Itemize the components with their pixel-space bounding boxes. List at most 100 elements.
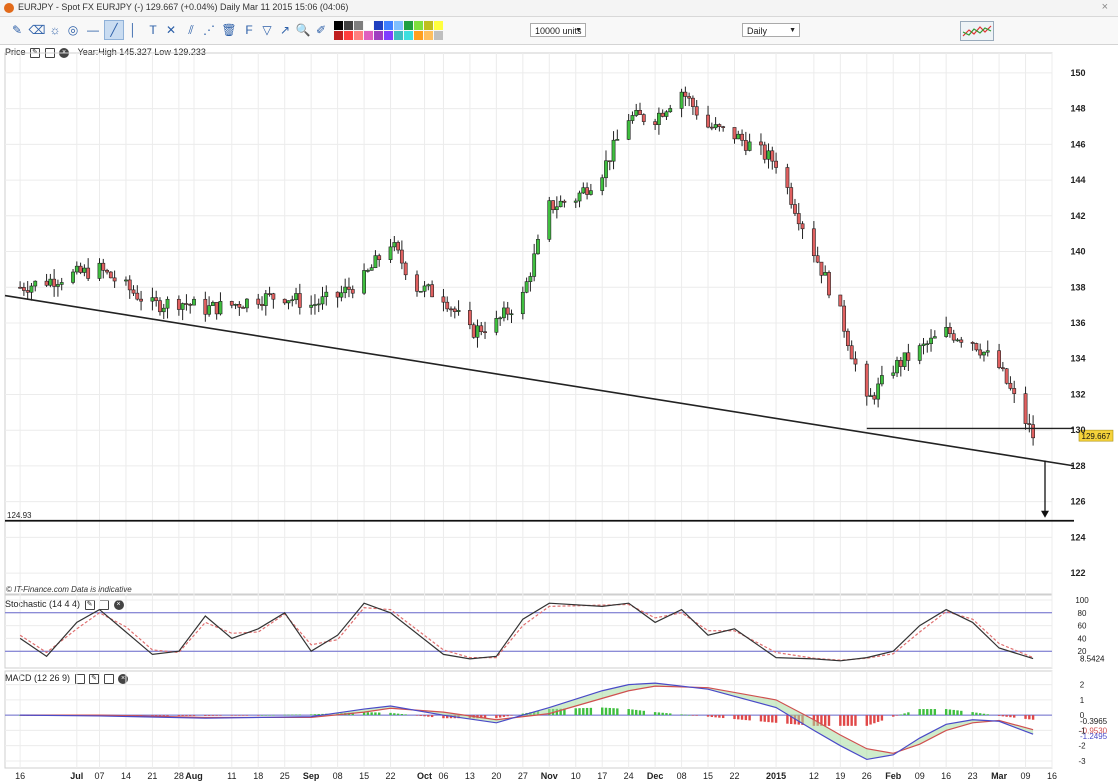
candle-body	[626, 120, 631, 140]
macd-histogram-bar	[1013, 715, 1016, 718]
x-tick-label: 06	[438, 771, 448, 781]
candle-body	[872, 395, 877, 400]
macd-histogram-bar	[264, 715, 268, 716]
zoom-icon[interactable]: 🔍	[294, 21, 312, 39]
chart-type-button[interactable]	[960, 21, 994, 41]
triangle-icon[interactable]: ▽	[258, 21, 276, 39]
color-swatch[interactable]	[414, 31, 423, 40]
candle-body	[44, 280, 49, 286]
vertical-line-icon[interactable]: │	[124, 21, 142, 39]
watermark-text: © IT-Finance.com Data is indicative	[6, 585, 132, 594]
interval-dropdown[interactable]: Daily ▼	[742, 23, 800, 37]
parallel-icon[interactable]: ⫽	[182, 21, 200, 39]
candle-body	[108, 271, 113, 279]
color-swatch[interactable]	[364, 21, 373, 30]
arrow-icon[interactable]: ↗	[276, 21, 294, 39]
candle-body	[313, 304, 317, 306]
color-swatch[interactable]	[354, 21, 363, 30]
x-tick-label: 26	[862, 771, 872, 781]
units-dropdown[interactable]: 10000 units ▼	[530, 23, 586, 37]
color-palette	[334, 21, 444, 41]
macd-signal-fill	[20, 683, 1034, 760]
macd-histogram-bar	[257, 715, 260, 716]
macd-histogram-bar	[601, 707, 604, 716]
color-swatch[interactable]	[364, 31, 373, 40]
candle-body	[97, 262, 102, 279]
candle-body	[176, 298, 181, 310]
text-icon[interactable]: T	[144, 21, 162, 39]
color-swatch[interactable]	[424, 21, 433, 30]
cross-icon[interactable]: ✕	[162, 21, 180, 39]
color-swatch[interactable]	[394, 21, 403, 30]
candle-body	[796, 213, 801, 225]
x-tick-label: 23	[968, 771, 978, 781]
price-tick-label: 150	[1070, 68, 1085, 78]
x-tick-label: 12	[809, 771, 819, 781]
fan-icon[interactable]: ⋰	[200, 21, 218, 39]
color-swatch[interactable]	[334, 31, 343, 40]
candle-body	[339, 292, 344, 298]
color-swatch[interactable]	[394, 31, 403, 40]
color-swatch[interactable]	[384, 21, 393, 30]
candle-body	[192, 298, 196, 306]
ruler-icon[interactable]: ✎	[8, 21, 26, 39]
close-icon[interactable]: ×	[1102, 1, 1108, 13]
mini-chart-icon	[962, 25, 992, 37]
candle-body	[388, 246, 393, 260]
color-swatch[interactable]	[434, 21, 443, 30]
macd-histogram-bar	[204, 715, 207, 716]
color-swatch[interactable]	[404, 21, 413, 30]
candle-body	[793, 204, 797, 214]
color-swatch[interactable]	[414, 21, 423, 30]
candle-body	[800, 223, 805, 230]
color-swatch[interactable]	[354, 31, 363, 40]
eraser-icon[interactable]: ⌫	[28, 21, 46, 39]
color-swatch[interactable]	[384, 31, 393, 40]
price-tick-label: 132	[1070, 389, 1085, 399]
candle-body	[479, 325, 484, 333]
macd-histogram-bar	[272, 714, 275, 716]
candle-body	[188, 304, 193, 306]
x-tick-label: Nov	[541, 771, 558, 781]
trendline-icon[interactable]: ╱	[104, 20, 124, 40]
price-tick-label: 122	[1070, 568, 1085, 578]
x-tick-label: 22	[729, 771, 739, 781]
candle-body	[717, 124, 722, 127]
color-swatch[interactable]	[344, 21, 353, 30]
macd-histogram-bar	[665, 713, 668, 716]
binoculars-icon[interactable]: ◎	[64, 21, 82, 39]
color-swatch[interactable]	[334, 21, 343, 30]
color-swatch[interactable]	[374, 21, 383, 30]
macd-histogram-bar	[502, 715, 506, 717]
stoch-tick-label: 20	[1078, 647, 1087, 656]
fibonacci-icon[interactable]: F	[240, 21, 258, 39]
color-swatch[interactable]	[344, 31, 353, 40]
pencil-icon[interactable]: ✐	[312, 21, 330, 39]
candle-body	[974, 343, 979, 351]
candle-body	[547, 200, 552, 240]
chart-canvas[interactable]: 124.93129.667 8.5424 -0.3965-0.9530-1.24…	[0, 44, 1118, 783]
x-tick-label: 15	[359, 771, 369, 781]
sun-icon[interactable]: ☼	[46, 21, 64, 39]
candle-body	[713, 124, 718, 129]
line-icon[interactable]: —	[84, 21, 102, 39]
macd-histogram-bar	[846, 715, 850, 726]
color-swatch[interactable]	[404, 31, 413, 40]
x-tick-label: 09	[915, 771, 925, 781]
macd-histogram-bar	[661, 712, 664, 716]
color-swatch[interactable]	[374, 31, 383, 40]
color-swatch[interactable]	[424, 31, 433, 40]
macd-histogram-bar	[419, 715, 422, 716]
color-swatch[interactable]	[434, 31, 443, 40]
candle-body	[978, 349, 983, 356]
candle-body	[554, 206, 559, 211]
trash-icon[interactable]: 🗑	[220, 21, 238, 39]
candle-body	[864, 363, 869, 397]
candle-body	[74, 265, 79, 273]
candle-body	[789, 187, 794, 205]
candle-body	[498, 317, 503, 320]
macd-histogram-bar	[578, 708, 581, 716]
macd-histogram-bar	[230, 715, 233, 716]
macd-histogram-bar	[880, 715, 884, 721]
chevron-down-icon: ▼	[789, 27, 796, 34]
